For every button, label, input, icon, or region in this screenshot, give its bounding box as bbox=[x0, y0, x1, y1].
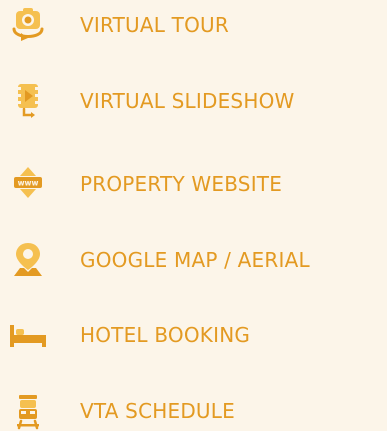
menu-item-label: GOOGLE MAP / AERIAL bbox=[80, 248, 310, 272]
menu-item-hotel-booking[interactable]: HOTEL BOOKING bbox=[0, 315, 387, 355]
menu-item-label: VIRTUAL SLIDESHOW bbox=[80, 89, 295, 113]
menu-item-virtual-slideshow[interactable]: VIRTUAL SLIDESHOW bbox=[0, 81, 387, 121]
menu-item-property-website[interactable]: www PROPERTY WEBSITE bbox=[0, 164, 387, 204]
menu-item-vta-schedule[interactable]: VTA SCHEDULE bbox=[0, 391, 387, 431]
svg-text:www: www bbox=[18, 179, 39, 188]
camera-rotate-icon bbox=[8, 5, 48, 45]
menu-item-google-map-aerial[interactable]: GOOGLE MAP / AERIAL bbox=[0, 240, 387, 280]
video-slideshow-icon bbox=[8, 81, 48, 121]
map-pin-icon bbox=[8, 240, 48, 280]
menu-item-virtual-tour[interactable]: VIRTUAL TOUR bbox=[0, 5, 387, 45]
menu-item-label: VTA SCHEDULE bbox=[80, 399, 235, 423]
menu-item-label: PROPERTY WEBSITE bbox=[80, 172, 283, 196]
menu-item-label: HOTEL BOOKING bbox=[80, 323, 251, 347]
link-menu: VIRTUAL TOUR VIRTUAL SLIDESHOW www PROPE… bbox=[0, 0, 387, 431]
www-globe-icon: www bbox=[8, 164, 48, 204]
train-icon bbox=[8, 391, 48, 431]
menu-item-label: VIRTUAL TOUR bbox=[80, 13, 229, 37]
bed-icon bbox=[8, 315, 48, 355]
